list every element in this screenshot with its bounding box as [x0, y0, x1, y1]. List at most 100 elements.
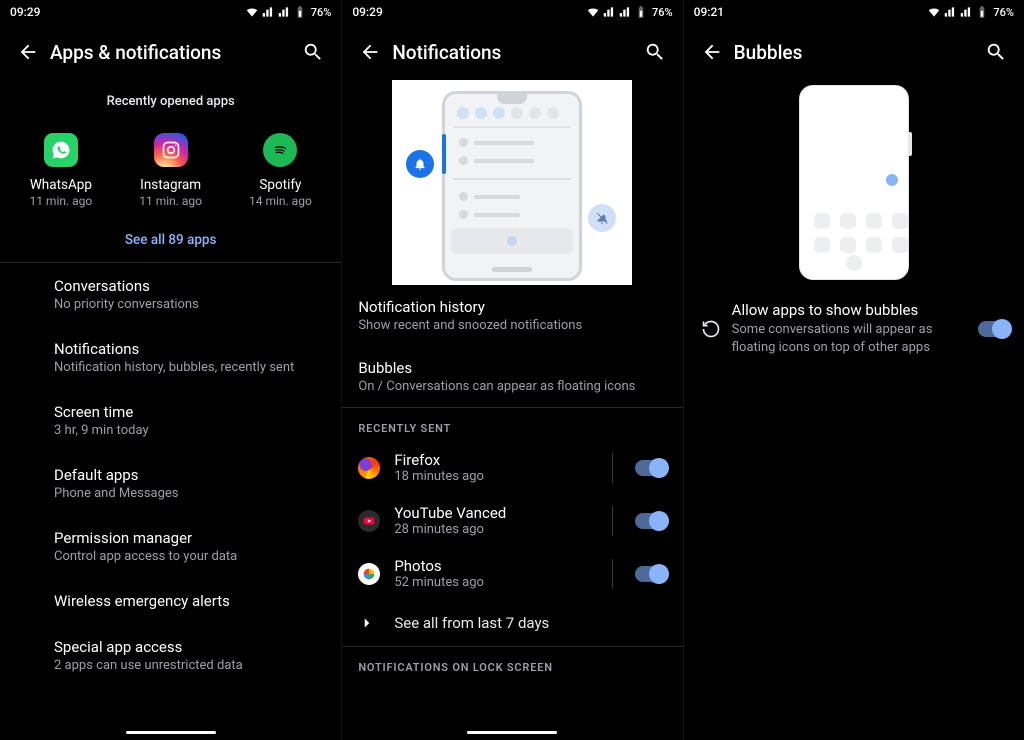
setting-subtitle: Notification history, bubbles, recently …	[54, 360, 325, 375]
reset-button[interactable]	[698, 319, 724, 339]
setting-title: Conversations	[54, 277, 325, 295]
setting-permission-manager[interactable]: Permission manager Control app access to…	[0, 515, 341, 578]
recently-sent-label: RECENTLY SENT	[342, 408, 682, 441]
gesture-bar[interactable]	[467, 731, 557, 734]
recent-app-instagram[interactable]: Instagram 11 min. ago	[121, 133, 221, 208]
setting-title: Permission manager	[54, 529, 325, 547]
battery-icon	[293, 5, 307, 19]
lock-screen-section-label: NOTIFICATIONS ON LOCK SCREEN	[342, 647, 682, 680]
app-name: Firefox	[394, 451, 589, 469]
arrow-left-icon	[701, 41, 723, 63]
setting-screen-time[interactable]: Screen time 3 hr, 9 min today	[0, 389, 341, 452]
app-subtext: 52 minutes ago	[394, 575, 589, 590]
divider	[612, 559, 613, 589]
setting-subtitle: 2 apps can use unrestricted data	[54, 658, 325, 673]
recently-opened-label: Recently opened apps	[0, 80, 341, 119]
setting-subtitle: Some conversations will appear as floati…	[732, 321, 968, 356]
setting-bubbles[interactable]: Bubbles On / Conversations can appear as…	[342, 346, 682, 407]
setting-notifications[interactable]: Notifications Notification history, bubb…	[0, 326, 341, 389]
toggle-firefox[interactable]	[635, 460, 667, 476]
google-photos-icon	[358, 563, 380, 585]
chevron-right-icon	[358, 614, 376, 632]
battery-icon	[975, 5, 989, 19]
toggle-youtube-vanced[interactable]	[635, 513, 667, 529]
bell-off-icon	[588, 204, 616, 232]
spotify-icon	[263, 133, 297, 167]
youtube-vanced-icon	[358, 510, 380, 532]
page-title: Notifications	[392, 41, 632, 64]
screen-apps-notifications: 09:29 76% Apps & notifications Recently …	[0, 0, 341, 740]
battery-icon	[634, 5, 648, 19]
arrow-left-icon	[359, 41, 381, 63]
recent-app-spotify[interactable]: Spotify 14 min. ago	[230, 133, 330, 208]
wifi-icon	[586, 5, 600, 19]
signal-icon	[943, 5, 957, 19]
setting-title: Wireless emergency alerts	[54, 592, 325, 610]
setting-subtitle: Control app access to your data	[54, 549, 325, 564]
setting-subtitle: 3 hr, 9 min today	[54, 423, 325, 438]
back-button[interactable]	[690, 30, 734, 74]
app-header: Notifications	[342, 24, 682, 80]
wifi-icon	[927, 5, 941, 19]
setting-title: Notification history	[358, 298, 666, 316]
search-icon	[985, 41, 1007, 63]
setting-special-app-access[interactable]: Special app access 2 apps can use unrest…	[0, 624, 341, 687]
battery-label: 76%	[993, 6, 1014, 19]
bell-icon	[406, 150, 434, 178]
setting-title: Special app access	[54, 638, 325, 656]
app-header: Apps & notifications	[0, 24, 341, 80]
instagram-icon	[154, 133, 188, 167]
app-name: YouTube Vanced	[394, 504, 589, 522]
toggle-photos[interactable]	[635, 566, 667, 582]
status-bar: 09:29 76%	[342, 0, 682, 24]
signal-icon	[277, 5, 291, 19]
recent-notif-photos[interactable]: Photos 52 minutes ago	[342, 547, 682, 600]
bubbles-illustration	[789, 80, 919, 285]
recent-app-subtext: 11 min. ago	[121, 194, 221, 208]
gesture-bar[interactable]	[126, 731, 216, 734]
setting-title: Bubbles	[358, 359, 666, 377]
recent-notif-youtube-vanced[interactable]: YouTube Vanced 28 minutes ago	[342, 494, 682, 547]
recent-app-name: WhatsApp	[11, 177, 111, 193]
recent-app-name: Instagram	[121, 177, 221, 193]
setting-wireless-emergency[interactable]: Wireless emergency alerts	[0, 578, 341, 624]
setting-conversations[interactable]: Conversations No priority conversations	[0, 263, 341, 326]
setting-notification-history[interactable]: Notification history Show recent and sno…	[342, 285, 682, 346]
back-button[interactable]	[348, 30, 392, 74]
recent-app-subtext: 14 min. ago	[230, 194, 330, 208]
screen-bubbles: 09:21 76% Bubbles	[683, 0, 1024, 740]
divider	[612, 506, 613, 536]
search-button[interactable]	[291, 30, 335, 74]
setting-subtitle: Phone and Messages	[54, 486, 325, 501]
battery-label: 76%	[652, 6, 673, 19]
signal-icon	[959, 5, 973, 19]
search-button[interactable]	[974, 30, 1018, 74]
wifi-icon	[245, 5, 259, 19]
status-icons: 76%	[245, 5, 332, 19]
status-bar: 09:29 76%	[0, 0, 341, 24]
signal-icon	[602, 5, 616, 19]
page-title: Bubbles	[734, 41, 974, 64]
recent-apps-row: WhatsApp 11 min. ago Instagram 11 min. a…	[0, 119, 341, 212]
setting-subtitle: No priority conversations	[54, 297, 325, 312]
recent-notif-firefox[interactable]: Firefox 18 minutes ago	[342, 441, 682, 494]
status-icons: 76%	[586, 5, 673, 19]
search-button[interactable]	[633, 30, 677, 74]
toggle-allow-bubbles[interactable]	[978, 321, 1010, 337]
recent-app-whatsapp[interactable]: WhatsApp 11 min. ago	[11, 133, 111, 208]
setting-subtitle: On / Conversations can appear as floatin…	[358, 379, 666, 394]
back-button[interactable]	[6, 30, 50, 74]
app-name: Photos	[394, 557, 589, 575]
whatsapp-icon	[44, 133, 78, 167]
see-all-apps-link[interactable]: See all 89 apps	[0, 212, 341, 262]
setting-title: Screen time	[54, 403, 325, 421]
see-all-recent-link[interactable]: See all from last 7 days	[342, 600, 682, 646]
status-time: 09:21	[694, 5, 724, 19]
app-subtext: 18 minutes ago	[394, 469, 589, 484]
signal-icon	[618, 5, 632, 19]
setting-title: Default apps	[54, 466, 325, 484]
refresh-icon	[701, 319, 721, 339]
arrow-left-icon	[17, 41, 39, 63]
setting-allow-bubbles[interactable]: Allow apps to show bubbles Some conversa…	[684, 285, 1024, 372]
setting-default-apps[interactable]: Default apps Phone and Messages	[0, 452, 341, 515]
